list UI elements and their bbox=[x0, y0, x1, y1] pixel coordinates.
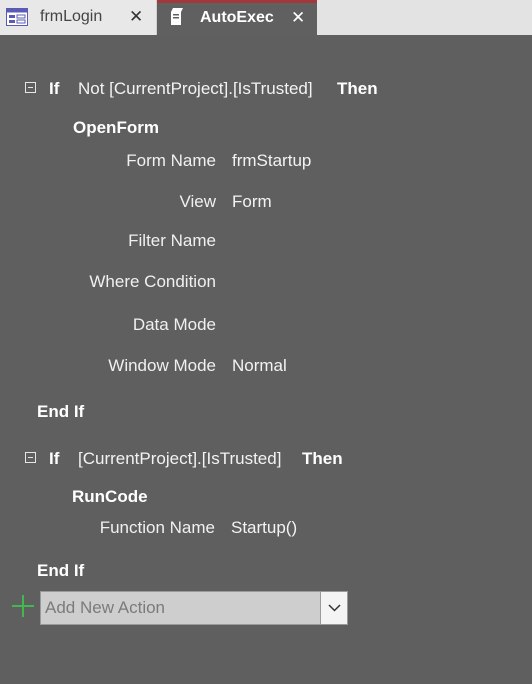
tab-label: frmLogin bbox=[40, 8, 103, 25]
argument-value[interactable]: frmStartup bbox=[232, 151, 311, 171]
tab-frmlogin[interactable]: frmLogin ✕ bbox=[0, 0, 157, 35]
form-icon bbox=[6, 8, 28, 31]
close-icon[interactable]: ✕ bbox=[291, 9, 305, 26]
macro-icon bbox=[171, 7, 185, 32]
action-name[interactable]: OpenForm bbox=[73, 118, 159, 138]
argument-label: View bbox=[179, 192, 216, 211]
plus-icon[interactable] bbox=[12, 595, 34, 617]
add-new-action-input[interactable]: Add New Action bbox=[45, 598, 165, 618]
chevron-down-icon bbox=[328, 604, 341, 612]
argument-value[interactable]: Normal bbox=[232, 356, 287, 376]
argument-value[interactable]: Form bbox=[232, 192, 272, 212]
if-condition[interactable]: [CurrentProject].[IsTrusted] bbox=[78, 449, 281, 469]
argument-label: Form Name bbox=[126, 151, 216, 170]
argument-label: Window Mode bbox=[108, 356, 216, 375]
collapse-icon[interactable] bbox=[25, 452, 36, 463]
argument-label: Where Condition bbox=[89, 272, 216, 291]
then-keyword: Then bbox=[302, 449, 343, 468]
close-icon[interactable]: ✕ bbox=[129, 8, 143, 25]
argument-label: Function Name bbox=[99, 518, 215, 537]
tab-label: AutoExec bbox=[200, 9, 274, 26]
action-name[interactable]: RunCode bbox=[72, 487, 148, 507]
argument-value[interactable]: Startup() bbox=[231, 518, 297, 538]
tab-autoexec[interactable]: AutoExec ✕ bbox=[157, 0, 317, 35]
if-keyword: If bbox=[49, 449, 60, 468]
end-if-keyword: End If bbox=[37, 402, 85, 421]
end-if-keyword: End If bbox=[37, 561, 85, 580]
dropdown-button[interactable] bbox=[320, 592, 347, 624]
add-new-action-combo[interactable]: Add New Action bbox=[40, 591, 348, 625]
collapse-icon[interactable] bbox=[25, 82, 36, 93]
if-condition[interactable]: Not [CurrentProject].[IsTrusted] bbox=[78, 79, 313, 99]
if-keyword: If bbox=[49, 79, 60, 98]
argument-label: Filter Name bbox=[128, 231, 216, 250]
then-keyword: Then bbox=[337, 79, 378, 98]
argument-label: Data Mode bbox=[132, 315, 216, 334]
document-tab-bar: frmLogin ✕ AutoExec ✕ bbox=[0, 0, 532, 35]
